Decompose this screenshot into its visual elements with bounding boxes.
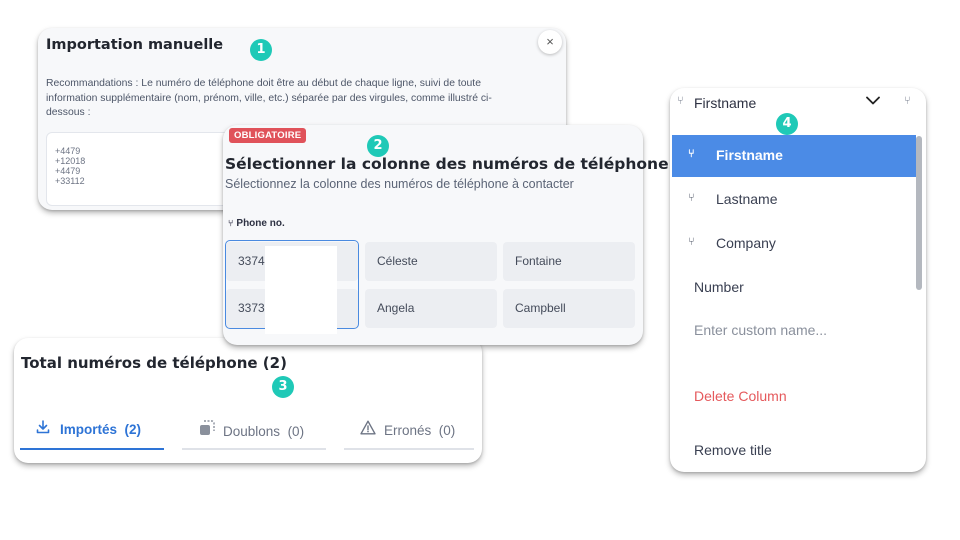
column-type-icon: ⑂: [688, 148, 695, 160]
tab-errors[interactable]: Erronés (0): [360, 420, 455, 450]
delete-column-button[interactable]: Delete Column: [694, 388, 787, 404]
tab-imported[interactable]: Importés (2): [36, 420, 141, 450]
totals-panel: Total numéros de téléphone (2) Importés …: [14, 338, 482, 463]
remove-title-button[interactable]: Remove title: [694, 442, 772, 458]
tab-underline: [182, 448, 326, 450]
option-label: Firstname: [716, 147, 783, 163]
tab-count: (2): [124, 422, 142, 437]
custom-name-input[interactable]: [688, 314, 910, 346]
step-marker-3: 3: [272, 376, 294, 398]
column-select-panel: OBLIGATOIRE Sélectionner la colonne des …: [223, 125, 669, 345]
phone-numbers-textarea[interactable]: +4479 +12018 +4479 +33112: [46, 132, 246, 206]
redaction-mask: [265, 246, 337, 334]
recommendation-line: dessous :: [46, 107, 91, 118]
dropdown-option-lastname[interactable]: ⑂ Lastname: [672, 179, 916, 221]
column-type-icon: ⑂: [688, 236, 695, 248]
tab-count: (0): [287, 424, 305, 439]
recommendation-line: information supplémentaire (nom, prénom,…: [46, 92, 492, 104]
column-select-subtitle: Sélectionnez la colonne des numéros de t…: [225, 177, 574, 191]
table-cell[interactable]: Angela: [365, 289, 497, 328]
warning-icon: [360, 420, 378, 438]
step-marker-4: 4: [776, 113, 798, 135]
column-type-icon: ⑂: [677, 95, 684, 107]
totals-title: Total numéros de téléphone (2): [21, 354, 287, 372]
sample-line: +4479: [55, 146, 81, 156]
duplicate-icon: [199, 420, 217, 439]
manual-import-title: Importation manuelle: [46, 37, 224, 53]
option-label: Company: [716, 235, 776, 251]
column-dropdown: ⑂ Firstname ⑂ ⑂ Firstname ⑂ Lastname ⑂ C…: [670, 88, 926, 472]
column-type-icon: ⑂: [228, 218, 234, 228]
dropdown-option-number[interactable]: Number: [694, 279, 744, 295]
recommendation-line: Recommandations : Le numéro de téléphone…: [46, 78, 481, 89]
table-cell[interactable]: Campbell: [503, 289, 635, 328]
tab-label: Importés: [60, 422, 118, 437]
dropdown-option-firstname[interactable]: ⑂ Firstname: [672, 135, 916, 177]
required-badge: OBLIGATOIRE: [229, 128, 307, 143]
table-cell[interactable]: Céleste: [365, 242, 497, 281]
tab-count: (0): [438, 423, 456, 438]
dropdown-scrollbar[interactable]: [916, 136, 922, 290]
sample-line: +12018: [55, 156, 86, 166]
sample-line: +4479: [55, 166, 81, 176]
tab-underline: [344, 448, 474, 450]
close-icon[interactable]: ×: [538, 30, 562, 54]
download-icon: [36, 420, 54, 437]
tab-underline-active: [20, 448, 164, 450]
recommendation-text: Recommandations : Le numéro de téléphone…: [46, 77, 561, 121]
column-type-icon: ⑂: [904, 95, 911, 107]
column-header: ⑂ Phone no.: [228, 218, 285, 229]
tab-label: Erronés: [384, 423, 432, 438]
option-label: Lastname: [716, 191, 778, 207]
sample-lines: +4479 +12018 +4479 +33112: [55, 146, 87, 186]
dropdown-selected-label: Firstname: [694, 95, 757, 111]
tab-duplicates[interactable]: Doublons (0): [199, 420, 304, 450]
dropdown-option-company[interactable]: ⑂ Company: [672, 223, 916, 265]
column-dropdown-trigger[interactable]: ⑂ Firstname ⑂: [670, 88, 926, 120]
chevron-down-icon[interactable]: [866, 92, 880, 108]
sample-line: +33112: [55, 176, 85, 186]
step-marker-2: 2: [367, 135, 389, 157]
step-marker-1: 1: [250, 39, 272, 61]
table-cell[interactable]: Fontaine: [503, 242, 635, 281]
tab-label: Doublons: [223, 424, 281, 439]
column-header-label: Phone no.: [236, 218, 285, 229]
column-select-title: Sélectionner la colonne des numéros de t…: [225, 155, 669, 173]
column-type-icon: ⑂: [688, 192, 695, 204]
